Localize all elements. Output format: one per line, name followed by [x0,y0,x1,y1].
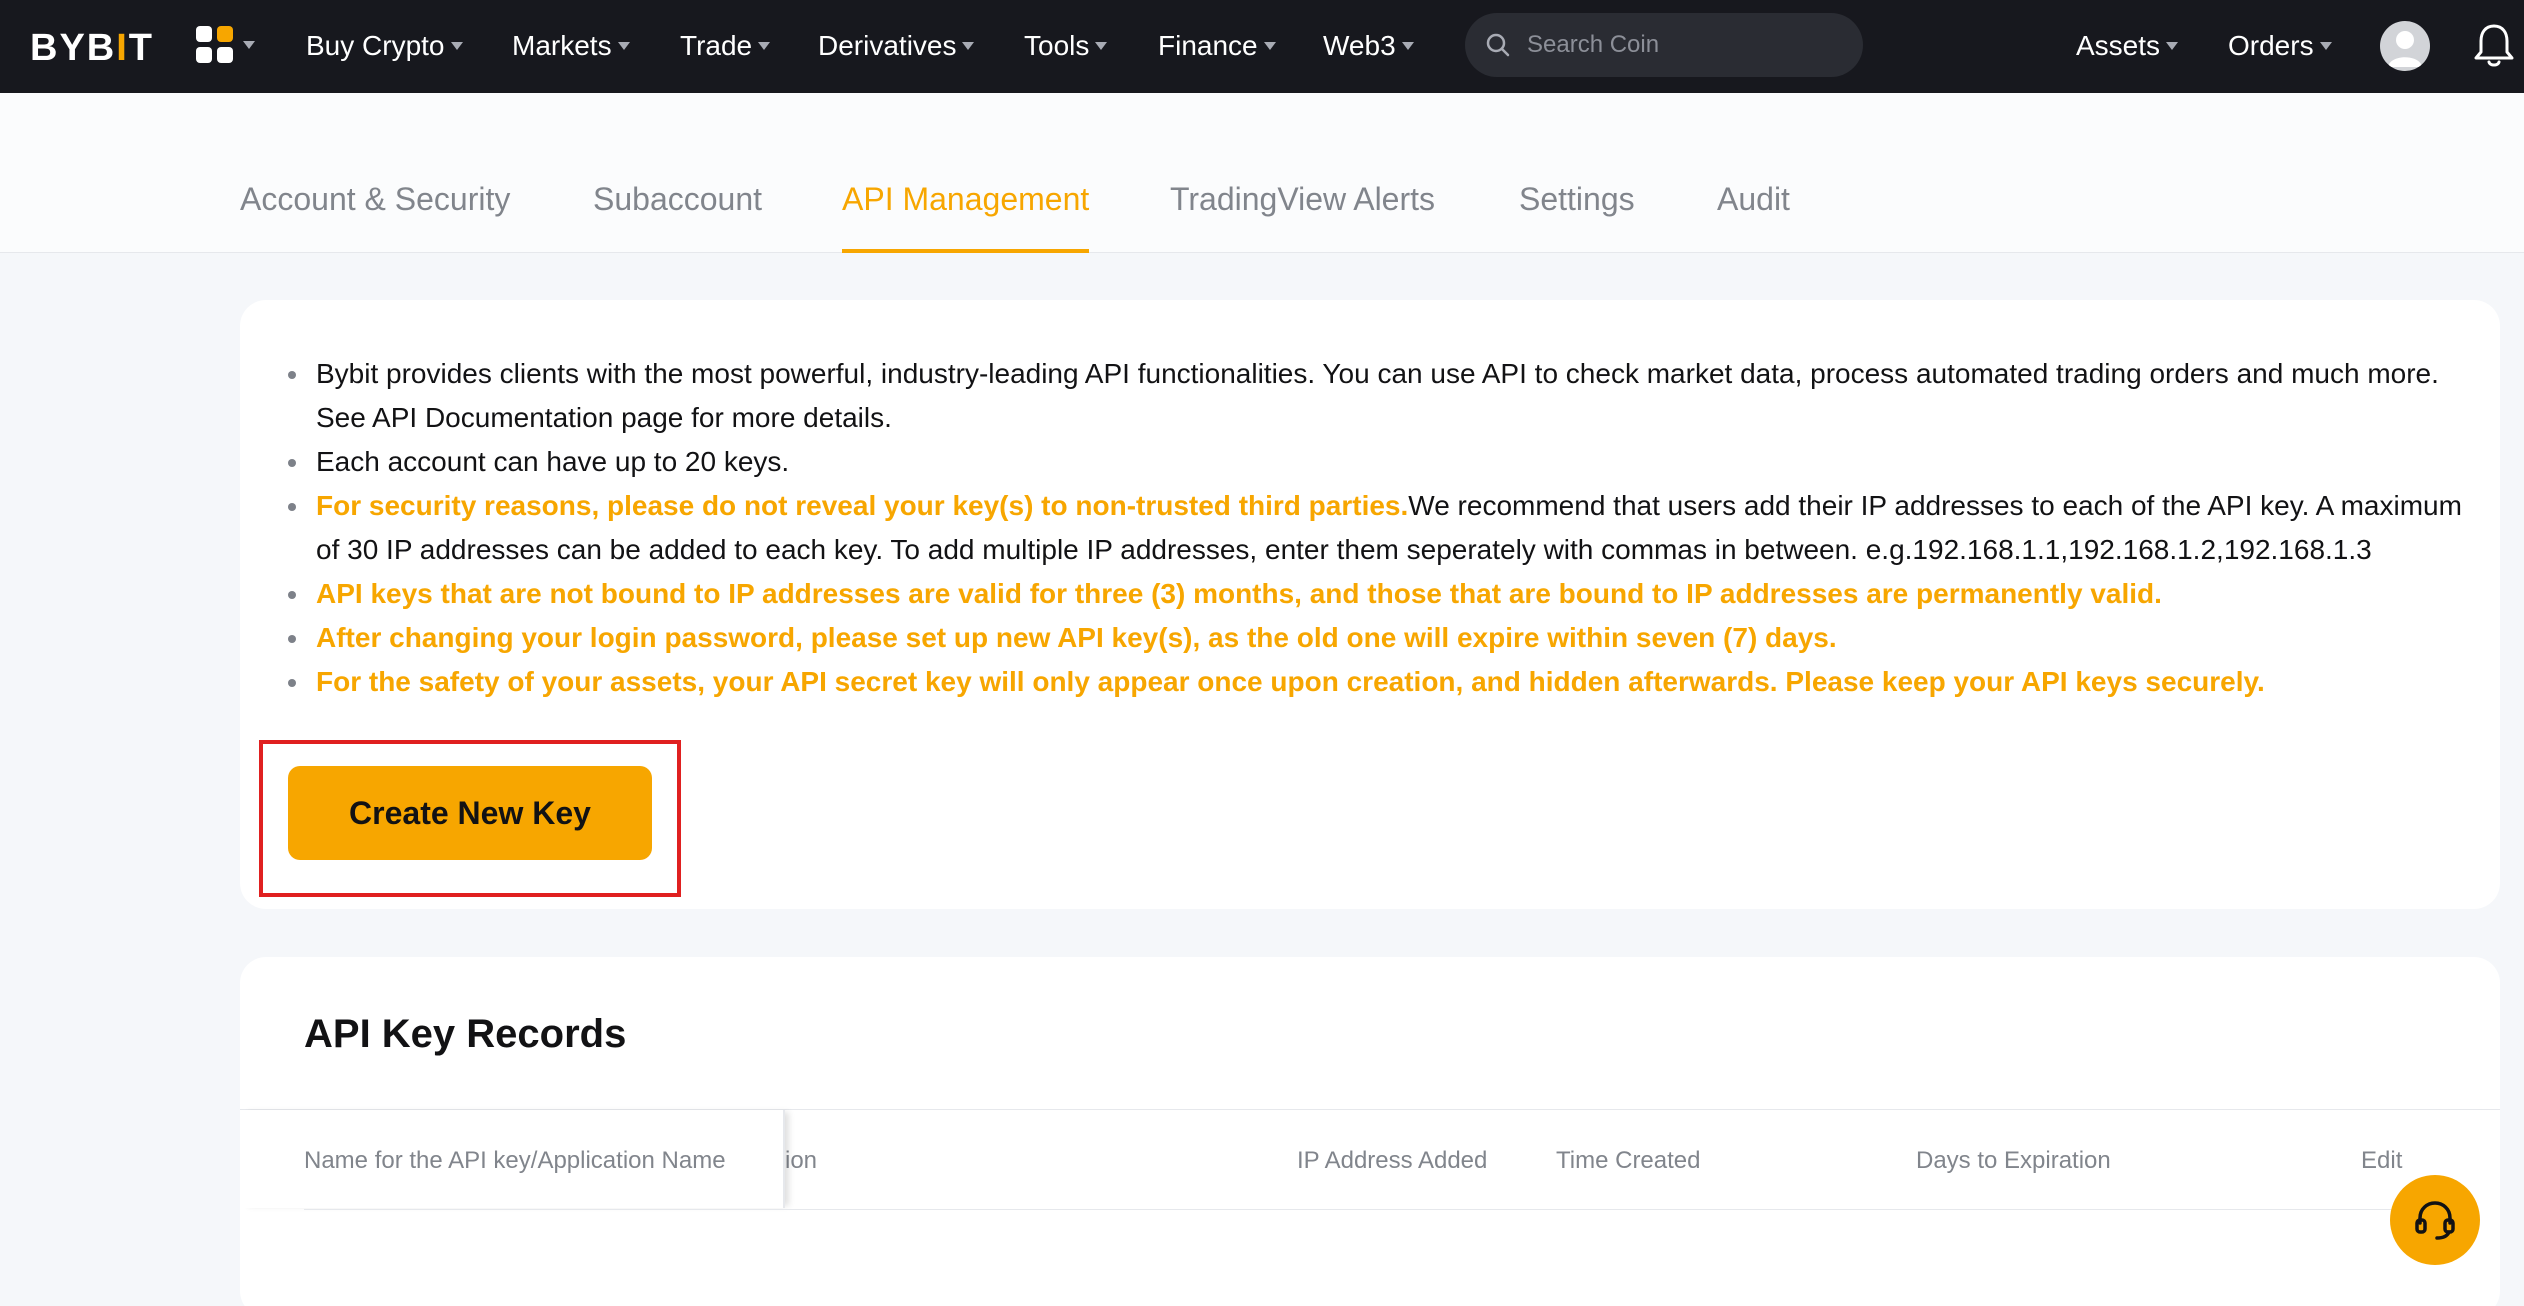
info-text: Bybit provides clients with the most pow… [316,358,2439,433]
bybit-logo[interactable]: BYB I T [30,27,154,69]
records-title: API Key Records [304,1012,627,1056]
apps-menu[interactable] [196,26,255,63]
nav-assets[interactable]: Assets [2076,28,2179,64]
chevron-down-icon [450,42,463,50]
info-bullet: For the safety of your assets, your API … [288,660,2462,704]
column-header-time-created: Time Created [1556,1147,1701,1174]
info-warning-text: For the safety of your assets, your API … [316,666,2265,697]
column-header-days-to-expiration: Days to Expiration [1916,1147,2111,1174]
info-bullet: API keys that are not bound to IP addres… [288,572,2462,616]
apps-grid-icon [196,26,233,63]
nav-tools[interactable]: Tools [1024,28,1108,64]
info-bullet: For security reasons, please do not reve… [288,484,2462,572]
chevron-down-icon [2166,42,2179,50]
tab-account-security[interactable]: Account & Security [240,181,510,253]
create-new-key-button[interactable]: Create New Key [288,766,652,860]
tab-tradingview-alerts[interactable]: TradingView Alerts [1170,181,1435,253]
nav-label: Orders [2228,30,2314,61]
info-bullet: Each account can have up to 20 keys. [288,440,2462,484]
chevron-down-icon [962,42,975,50]
tab-audit[interactable]: Audit [1717,181,1790,253]
top-navbar: BYB I T Buy Crypto Markets Trade Derivativ… [0,0,2524,93]
info-bullet: Bybit provides clients with the most pow… [288,352,2462,440]
customer-support-headset-icon[interactable] [2390,1175,2480,1265]
column-header-edit: Edit [2361,1147,2403,1174]
info-bullet: After changing your login password, plea… [288,616,2462,660]
nav-finance[interactable]: Finance [1158,28,1276,64]
search-bar[interactable] [1465,13,1863,77]
nav-derivatives[interactable]: Derivatives [818,28,975,64]
account-subtabs: Account & Security Subaccount API Manage… [0,93,2524,253]
notification-bell-icon[interactable] [2473,22,2515,73]
divider [304,1209,2440,1210]
chevron-down-icon [1095,42,1108,50]
nav-markets[interactable]: Markets [512,28,630,64]
sticky-name-column: Name for the API key/Application Name [240,1110,785,1208]
search-input[interactable] [1527,31,1827,59]
api-info-card: Bybit provides clients with the most pow… [240,300,2500,909]
chevron-down-icon [2319,42,2332,50]
info-warning-text: For security reasons, please do not reve… [316,490,1409,521]
tab-subaccount[interactable]: Subaccount [593,181,762,253]
nav-label: Finance [1158,30,1258,61]
api-info-list: Bybit provides clients with the most pow… [288,352,2462,704]
chevron-down-icon [1263,42,1276,50]
column-header-ip-address: IP Address Added [1297,1147,1488,1174]
nav-buy-crypto[interactable]: Buy Crypto [306,28,463,64]
nav-trade[interactable]: Trade [680,28,771,64]
nav-label: Web3 [1323,30,1396,61]
column-header-permission: ion [785,1147,818,1174]
info-warning-text: API keys that are not bound to IP addres… [316,578,2162,609]
nav-web3[interactable]: Web3 [1323,28,1414,64]
info-warning-text: After changing your login password, plea… [316,622,1837,653]
chevron-down-icon [617,42,630,50]
nav-label: Assets [2076,30,2161,61]
nav-label: Trade [680,30,753,61]
nav-label: Tools [1024,30,1090,61]
tab-api-management[interactable]: API Management [842,181,1090,253]
nav-label: Derivatives [818,30,957,61]
nav-label: Buy Crypto [306,30,445,61]
tab-settings[interactable]: Settings [1519,181,1635,253]
api-key-records-card: API Key Records ion IP Address Added Tim… [240,957,2500,1306]
nav-orders[interactable]: Orders [2228,28,2332,64]
user-avatar-icon[interactable] [2380,21,2430,71]
nav-label: Markets [512,30,612,61]
chevron-down-icon [243,40,255,49]
search-icon [1486,33,1510,57]
column-header-api-key-name: Name for the API key/Application Name [304,1147,726,1174]
chevron-down-icon [1401,42,1414,50]
chevron-down-icon [758,42,771,50]
info-text: Each account can have up to 20 keys. [316,446,790,477]
